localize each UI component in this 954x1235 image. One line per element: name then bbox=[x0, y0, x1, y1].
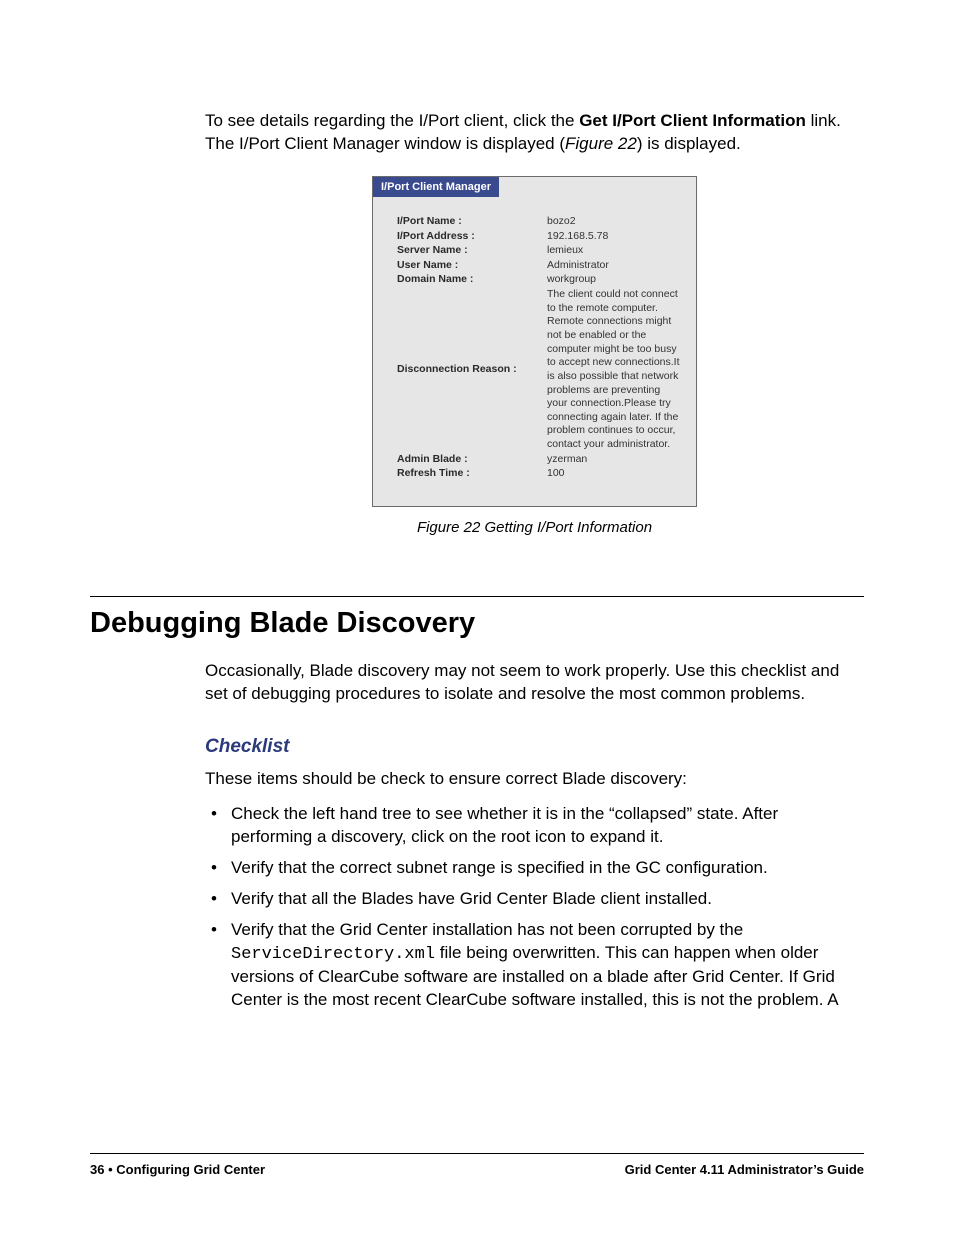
list-item: •Verify that the correct subnet range is… bbox=[205, 857, 864, 880]
list-item-text: Verify that all the Blades have Grid Cen… bbox=[231, 888, 864, 911]
info-row: Disconnection Reason :The client could n… bbox=[397, 288, 682, 452]
list-item: •Check the left hand tree to see whether… bbox=[205, 803, 864, 849]
footer-divider bbox=[90, 1153, 864, 1154]
info-label: Domain Name : bbox=[397, 273, 547, 287]
info-label: I/Port Address : bbox=[397, 230, 547, 244]
figure-caption: Figure 22 Getting I/Port Information bbox=[205, 519, 864, 536]
info-value: workgroup bbox=[547, 273, 682, 287]
page-footer: 36 • Configuring Grid Center Grid Center… bbox=[90, 1153, 864, 1177]
footer-right: Grid Center 4.11 Administrator’s Guide bbox=[625, 1162, 864, 1177]
info-label: Refresh Time : bbox=[397, 467, 547, 481]
intro-link-text: Get I/Port Client Information bbox=[579, 111, 806, 130]
page-number: 36 bbox=[90, 1162, 104, 1177]
bullet-icon: • bbox=[205, 888, 231, 911]
info-row: Server Name :lemieux bbox=[397, 244, 682, 258]
info-value: Administrator bbox=[547, 259, 682, 273]
window-body: I/Port Name :bozo2I/Port Address :192.16… bbox=[373, 197, 696, 506]
li-code: ServiceDirectory.xml bbox=[231, 945, 435, 964]
intro-pre: To see details regarding the I/Port clie… bbox=[205, 111, 579, 130]
checklist-heading: Checklist bbox=[205, 736, 864, 758]
info-label: Server Name : bbox=[397, 244, 547, 258]
info-row: Refresh Time :100 bbox=[397, 467, 682, 481]
section-paragraph: Occasionally, Blade discovery may not se… bbox=[205, 660, 864, 706]
list-item-text: Verify that the Grid Center installation… bbox=[231, 919, 864, 1013]
info-value: lemieux bbox=[547, 244, 682, 258]
intro-figref: Figure 22 bbox=[565, 134, 637, 153]
info-value: 100 bbox=[547, 467, 682, 481]
info-value: bozo2 bbox=[547, 215, 682, 229]
bullet-icon: • bbox=[205, 857, 231, 880]
info-label: Disconnection Reason : bbox=[397, 363, 547, 377]
info-value: yzerman bbox=[547, 453, 682, 467]
list-item: •Verify that the Grid Center installatio… bbox=[205, 919, 864, 1013]
page: To see details regarding the I/Port clie… bbox=[0, 0, 954, 1235]
intro-paragraph: To see details regarding the I/Port clie… bbox=[205, 110, 864, 156]
info-label: I/Port Name : bbox=[397, 215, 547, 229]
intro-post2: ) is displayed. bbox=[637, 134, 741, 153]
info-label: User Name : bbox=[397, 259, 547, 273]
info-row: I/Port Address :192.168.5.78 bbox=[397, 230, 682, 244]
window-title: I/Port Client Manager bbox=[373, 177, 499, 197]
info-row: User Name :Administrator bbox=[397, 259, 682, 273]
footer-row: 36 • Configuring Grid Center Grid Center… bbox=[90, 1162, 864, 1177]
iport-client-manager-window: I/Port Client Manager I/Port Name :bozo2… bbox=[372, 176, 697, 507]
checklist-intro: These items should be check to ensure co… bbox=[205, 768, 864, 791]
footer-section-title: Configuring Grid Center bbox=[116, 1162, 265, 1177]
li-pre: Verify that the Grid Center installation… bbox=[231, 920, 743, 939]
checklist-list: •Check the left hand tree to see whether… bbox=[205, 803, 864, 1013]
bullet-icon: • bbox=[205, 919, 231, 1013]
list-item: •Verify that all the Blades have Grid Ce… bbox=[205, 888, 864, 911]
list-item-text: Check the left hand tree to see whether … bbox=[231, 803, 864, 849]
info-row: Admin Blade :yzerman bbox=[397, 453, 682, 467]
info-value: 192.168.5.78 bbox=[547, 230, 682, 244]
section-heading: Debugging Blade Discovery bbox=[90, 607, 864, 640]
info-row: I/Port Name :bozo2 bbox=[397, 215, 682, 229]
list-item-text: Verify that the correct subnet range is … bbox=[231, 857, 864, 880]
bullet-icon: • bbox=[205, 803, 231, 849]
footer-left: 36 • Configuring Grid Center bbox=[90, 1162, 265, 1177]
info-value: The client could not connect to the remo… bbox=[547, 288, 682, 452]
info-row: Domain Name :workgroup bbox=[397, 273, 682, 287]
info-label: Admin Blade : bbox=[397, 453, 547, 467]
section-divider bbox=[90, 596, 864, 597]
figure-container: I/Port Client Manager I/Port Name :bozo2… bbox=[205, 176, 864, 507]
footer-sep: • bbox=[104, 1162, 116, 1177]
